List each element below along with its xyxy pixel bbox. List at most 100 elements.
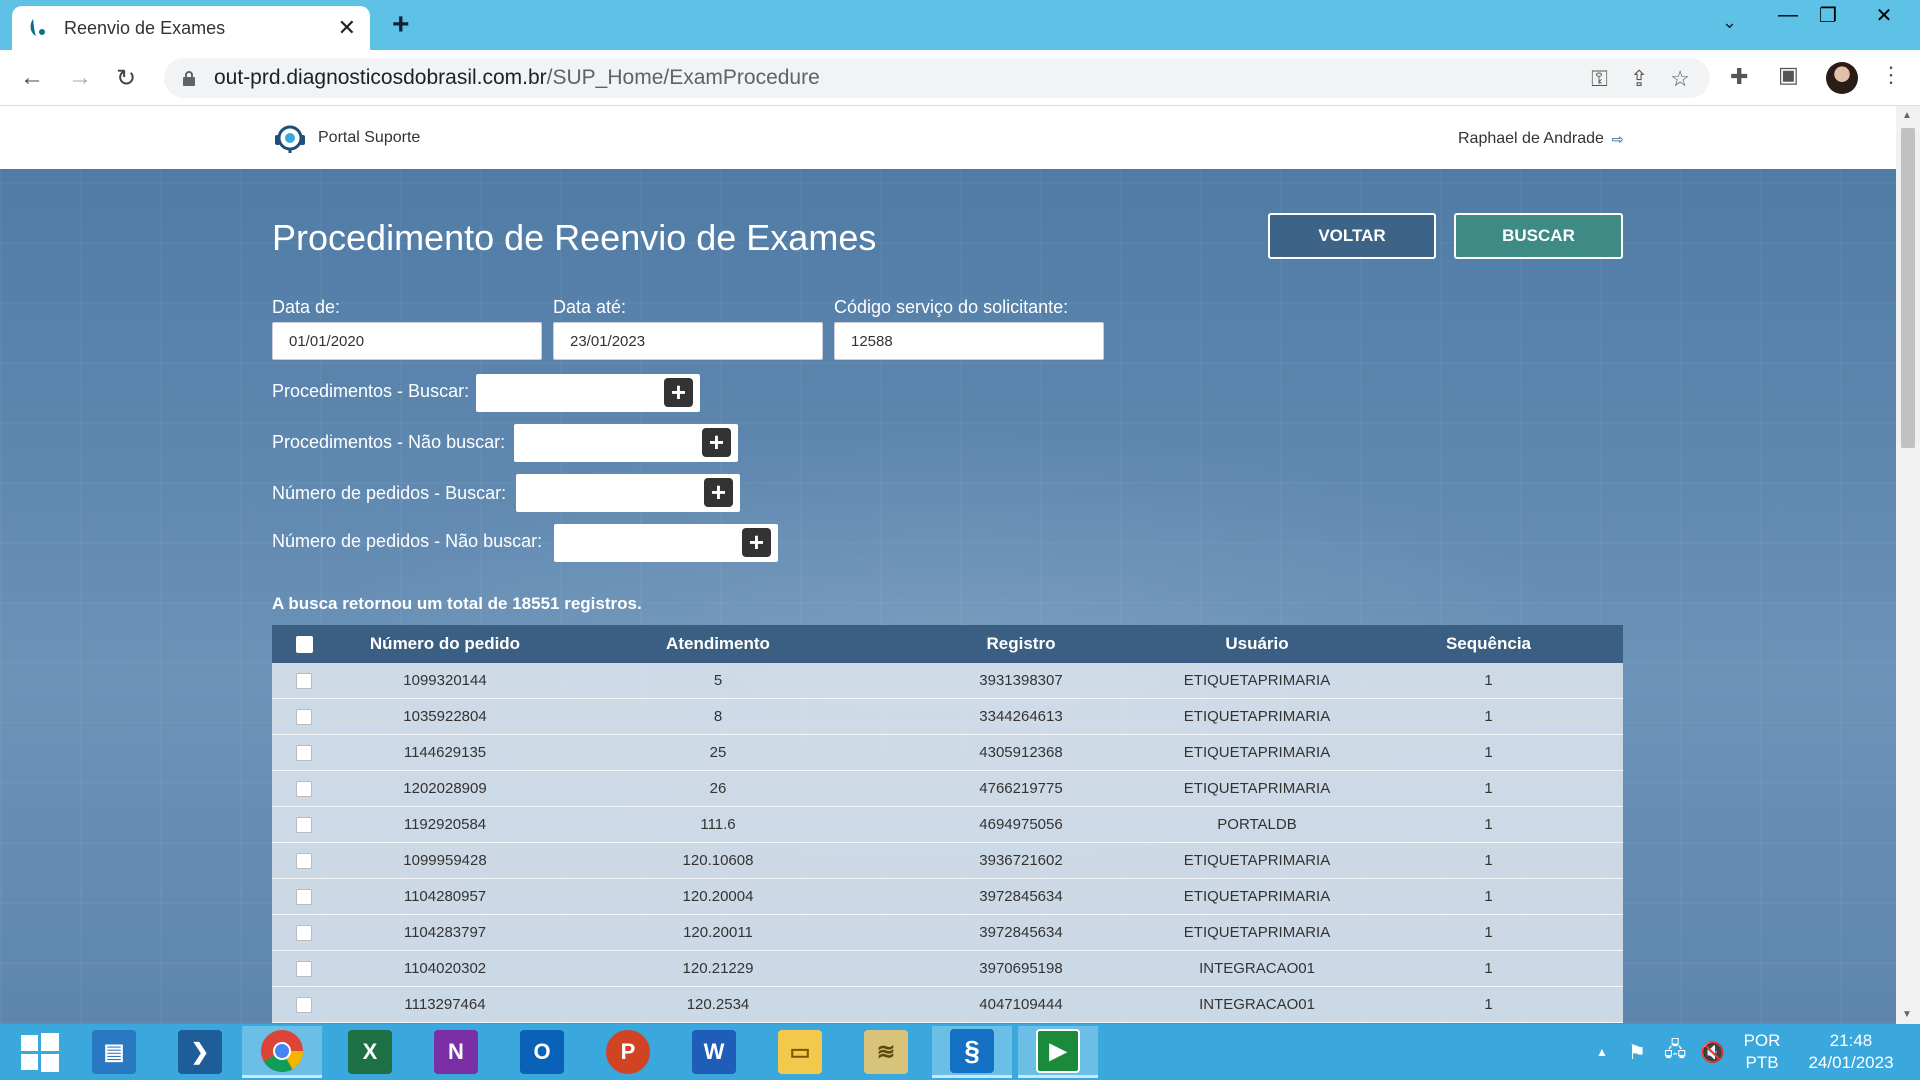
registro-cell: 3931398307 <box>979 672 1063 689</box>
table-row[interactable]: 1099320144 5 3931398307 ETIQUETAPRIMARIA 1 <box>272 663 1623 699</box>
row-checkbox[interactable] <box>296 852 312 869</box>
profile-avatar[interactable] <box>1826 62 1858 94</box>
restore-icon[interactable]: ❐ <box>1800 0 1856 30</box>
data-ate-input[interactable]: 23/01/2023 <box>553 322 823 360</box>
lang-bottom: PTB <box>1745 1053 1779 1072</box>
language-indicator[interactable]: POR PTB <box>1730 1030 1794 1074</box>
table-row[interactable]: 1099959428 120.10608 3936721602 ETIQUETAPRI… <box>272 843 1623 879</box>
column-header[interactable]: Registro <box>882 634 1160 654</box>
column-header[interactable]: Número do pedido <box>336 634 554 654</box>
row-checkbox[interactable] <box>296 996 312 1013</box>
sequencia-cell: 1 <box>1484 960 1493 977</box>
tab-title: Reenvio de Exames <box>64 17 226 38</box>
table-row[interactable]: 1104283797 120.20011 3972845634 ETIQUETAPRI… <box>272 915 1623 951</box>
row-checkbox[interactable] <box>296 744 312 761</box>
taskbar-outlook[interactable]: O <box>502 1026 582 1078</box>
pedido-cell: 1035922804 <box>403 708 487 725</box>
volume-muted-icon[interactable]: 🔇 <box>1700 1024 1725 1080</box>
windows-taskbar: ▤ ❯ X N O P W ▭ ≋ § ▶ ▲ ⚑ 🖧 🔇 POR PTB 21… <box>0 1024 1920 1080</box>
atendimento-cell: 25 <box>709 744 727 761</box>
table-row[interactable]: 1192920584 111.6 4694975056 PORTALDB 1 <box>272 807 1623 843</box>
data-ate-label: Data até: <box>553 297 627 317</box>
taskbar-file-server[interactable]: ▤ <box>74 1026 154 1078</box>
taskbar-powerpoint[interactable]: P <box>588 1026 668 1078</box>
share-icon[interactable]: ⇪ <box>1630 66 1648 92</box>
taskbar-powershell[interactable]: ❯ <box>160 1026 240 1078</box>
bookmark-star-icon[interactable]: ☆ <box>1670 66 1690 92</box>
taskbar-money-app[interactable]: ≋ <box>846 1026 926 1078</box>
portal-header: Portal Suporte Raphael de Andrade ⇨ <box>0 106 1896 169</box>
extensions-icon[interactable]: ✚ <box>1730 64 1748 90</box>
table-row[interactable]: 1035922804 8 3344264613 ETIQUETAPRIMARIA 1 <box>272 699 1623 735</box>
taskbar-word[interactable]: W <box>674 1026 754 1078</box>
add-pedido-nao-buscar-button[interactable]: + <box>742 528 771 557</box>
data-de-input[interactable]: 01/01/2020 <box>272 322 542 360</box>
atendimento-cell: 8 <box>713 708 723 725</box>
taskbar-excel[interactable]: X <box>330 1026 410 1078</box>
file-explorer-icon: ▭ <box>778 1030 822 1074</box>
tab-search-icon[interactable]: ⌄ <box>1722 12 1737 33</box>
row-checkbox[interactable] <box>296 924 312 941</box>
logout-icon[interactable]: ⇨ <box>1612 131 1624 148</box>
pedidos-nao-buscar-input[interactable]: + <box>554 524 778 562</box>
password-key-icon[interactable]: ⚿ <box>1591 66 1608 92</box>
table-row[interactable]: 1202028909 26 4766219775 ETIQUETAPRIMARIA 1 <box>272 771 1623 807</box>
table-row[interactable]: 1104020302 120.21229 3970695198 INTEGRACAO0… <box>272 951 1623 987</box>
procedimentos-nao-buscar-input[interactable]: + <box>514 424 738 462</box>
taskbar-onenote[interactable]: N <box>416 1026 496 1078</box>
user-menu[interactable]: Raphael de Andrade ⇨ <box>1458 130 1624 148</box>
column-header[interactable]: Sequência <box>1354 634 1623 654</box>
row-checkbox[interactable] <box>296 780 312 797</box>
taskbar-media-player[interactable]: ▶ <box>1018 1026 1098 1078</box>
new-tab-button[interactable]: + <box>392 8 410 42</box>
taskbar-sync-app[interactable]: § <box>932 1026 1012 1078</box>
row-checkbox[interactable] <box>296 888 312 905</box>
column-header[interactable]: Atendimento <box>554 634 882 654</box>
add-procedimento-nao-buscar-button[interactable]: + <box>702 428 731 457</box>
column-header[interactable]: Usuário <box>1160 634 1354 654</box>
table-row[interactable]: 1144629135 25 4305912368 ETIQUETAPRIMARIA 1 <box>272 735 1623 771</box>
atendimento-cell: 120.10608 <box>682 852 754 869</box>
table-row[interactable]: 1104280957 120.20004 3972845634 ETIQUETAPRI… <box>272 879 1623 915</box>
browser-tab[interactable]: Reenvio de Exames ✕ <box>12 6 370 50</box>
row-checkbox[interactable] <box>296 960 312 977</box>
window-close-icon[interactable]: ✕ <box>1856 0 1912 30</box>
table-row[interactable]: 1113297464 120.2534 4047109444 INTEGRACAO01… <box>272 987 1623 1023</box>
row-checkbox[interactable] <box>296 672 312 689</box>
scroll-thumb[interactable] <box>1901 128 1915 448</box>
start-button[interactable] <box>0 1026 80 1078</box>
tab-close-icon[interactable]: ✕ <box>338 15 356 41</box>
row-checkbox[interactable] <box>296 816 312 833</box>
usuario-cell: INTEGRACAO01 <box>1199 960 1315 977</box>
brand[interactable]: Portal Suporte <box>272 120 420 156</box>
lang-top: POR <box>1743 1031 1781 1050</box>
back-icon[interactable]: ← <box>20 64 44 92</box>
scroll-up-icon[interactable]: ▲ <box>1902 110 1912 121</box>
reload-icon[interactable]: ↻ <box>116 64 136 93</box>
tray-overflow-icon[interactable]: ▲ <box>1596 1024 1608 1080</box>
select-all-checkbox[interactable] <box>295 635 313 653</box>
menu-kebab-icon[interactable]: ⋮ <box>1880 62 1902 88</box>
taskbar-file-explorer[interactable]: ▭ <box>760 1026 840 1078</box>
taskbar-chrome[interactable] <box>242 1026 322 1078</box>
codigo-servico-input[interactable]: 12588 <box>834 322 1104 360</box>
voltar-button[interactable]: VOLTAR <box>1268 213 1436 259</box>
address-bar[interactable]: out-prd.diagnosticosdobrasil.com.br/SUP_… <box>164 58 1710 98</box>
add-pedido-buscar-button[interactable]: + <box>704 478 733 507</box>
system-clock[interactable]: 21:48 24/01/2023 <box>1796 1030 1906 1074</box>
page-scrollbar[interactable]: ▲ ▼ <box>1896 106 1920 1024</box>
side-panel-icon[interactable]: ▣ <box>1778 62 1799 88</box>
row-checkbox[interactable] <box>296 708 312 725</box>
network-icon[interactable]: 🖧 <box>1664 1024 1686 1080</box>
pedido-cell: 1099959428 <box>403 852 487 869</box>
add-procedimento-buscar-button[interactable]: + <box>664 378 693 407</box>
scroll-down-icon[interactable]: ▼ <box>1902 1009 1912 1020</box>
action-center-flag-icon[interactable]: ⚑ <box>1628 1024 1646 1080</box>
buscar-button[interactable]: BUSCAR <box>1454 213 1623 259</box>
sequencia-cell: 1 <box>1484 816 1493 833</box>
page-title: Procedimento de Reenvio de Exames <box>272 217 877 258</box>
procedimentos-buscar-input[interactable]: + <box>476 374 700 412</box>
pedidos-buscar-input[interactable]: + <box>516 474 740 512</box>
table-body: 1099320144 5 3931398307 ETIQUETAPRIMARIA 1 10… <box>272 663 1623 1023</box>
forward-icon[interactable]: → <box>68 64 92 92</box>
